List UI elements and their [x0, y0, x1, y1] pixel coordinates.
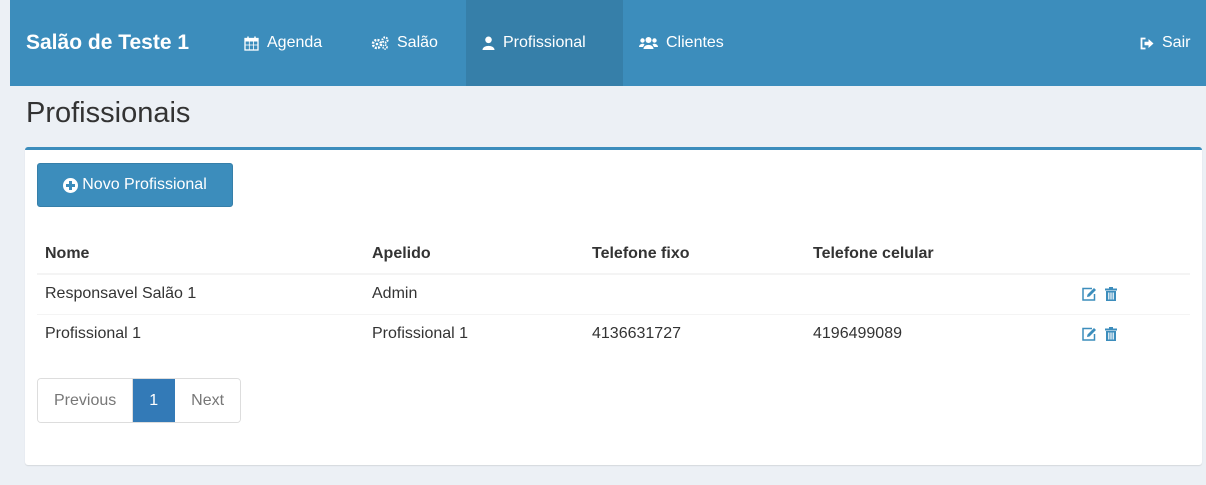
header-telefone-celular[interactable]: Telefone celular [805, 234, 1074, 275]
table-row: Responsavel Salão 1 Admin [37, 273, 1190, 314]
brand-title[interactable]: Salão de Teste 1 [26, 31, 189, 55]
header-apelido[interactable]: Apelido [364, 234, 584, 275]
cell-telefone-fixo [584, 273, 805, 314]
nav-label-clientes: Clientes [666, 34, 724, 51]
professionals-table: Nome Apelido Telefone fixo Telefone celu… [37, 234, 1190, 354]
user-icon [482, 36, 495, 50]
pagination-page-1[interactable]: 1 [133, 379, 176, 422]
edit-icon[interactable] [1082, 287, 1097, 301]
header-nome[interactable]: Nome [37, 234, 364, 275]
cell-telefone-celular [805, 273, 1074, 314]
new-professional-label: Novo Profissional [82, 176, 207, 193]
table-row: Profissional 1 Profissional 1 4136631727… [37, 313, 1190, 354]
cell-actions [1074, 273, 1190, 314]
page-title: Profissionais [26, 97, 191, 129]
nav-label-salao: Salão [397, 34, 438, 51]
professionals-box: Novo Profissional Nome Apelido Telefone … [25, 147, 1202, 465]
nav-item-clientes[interactable]: Clientes [623, 0, 740, 86]
cogs-icon [371, 36, 389, 50]
cell-apelido: Profissional 1 [364, 313, 584, 354]
logout-label: Sair [1162, 34, 1191, 51]
trash-icon[interactable] [1105, 287, 1117, 302]
header-telefone-fixo[interactable]: Telefone fixo [584, 234, 805, 275]
nav-item-agenda[interactable]: Agenda [228, 0, 338, 86]
new-professional-button[interactable]: Novo Profissional [37, 163, 233, 207]
users-icon [639, 36, 658, 50]
pagination-next[interactable]: Next [175, 379, 241, 422]
logout-button[interactable]: Sair [1124, 0, 1190, 86]
table-header-row: Nome Apelido Telefone fixo Telefone celu… [37, 234, 1190, 275]
top-navbar: Salão de Teste 1 Agenda Salão Profission… [10, 0, 1206, 86]
edit-icon[interactable] [1082, 327, 1097, 341]
nav-item-salao[interactable]: Salão [355, 0, 454, 86]
sign-out-icon [1140, 37, 1154, 50]
header-actions [1074, 234, 1190, 275]
trash-icon[interactable] [1105, 327, 1117, 342]
pagination: Previous 1 Next [37, 378, 242, 423]
pagination-previous[interactable]: Previous [38, 379, 134, 422]
nav-label-agenda: Agenda [267, 34, 323, 51]
cell-telefone-celular: 4196499089 [805, 313, 1074, 354]
cell-telefone-fixo: 4136631727 [584, 313, 805, 354]
cell-nome: Profissional 1 [37, 313, 364, 354]
cell-actions [1074, 313, 1190, 354]
nav-item-profissional[interactable]: Profissional [466, 0, 623, 86]
cell-apelido: Admin [364, 273, 584, 314]
calendar-icon [244, 36, 259, 51]
cell-nome: Responsavel Salão 1 [37, 273, 364, 314]
nav-label-profissional: Profissional [503, 34, 586, 51]
plus-circle-icon [63, 177, 79, 193]
